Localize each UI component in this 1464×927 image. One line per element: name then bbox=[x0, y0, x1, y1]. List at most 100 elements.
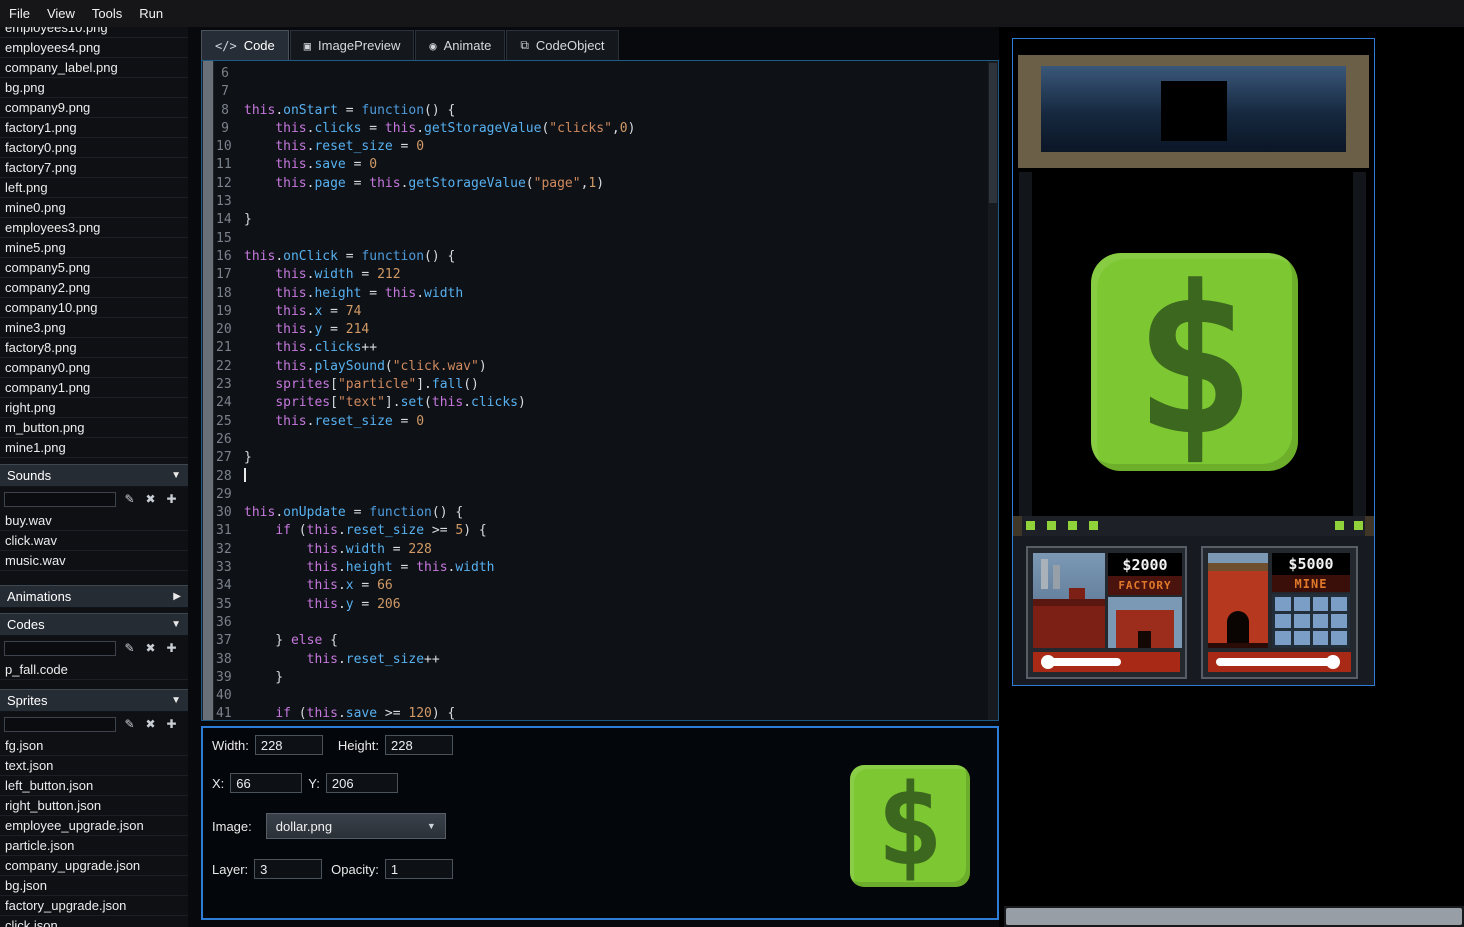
sound-file[interactable]: music.wav bbox=[0, 551, 188, 571]
image-file[interactable]: factory1.png bbox=[0, 118, 188, 138]
tab-animate[interactable]: ◉ Animate bbox=[415, 30, 506, 60]
image-file[interactable]: bg.png bbox=[0, 78, 188, 98]
code-line[interactable]: 27} bbox=[216, 449, 986, 467]
code-line[interactable]: 19 this.x = 74 bbox=[216, 303, 986, 321]
image-file[interactable]: company5.png bbox=[0, 258, 188, 278]
chevron-down-icon[interactable]: ▼ bbox=[171, 695, 181, 706]
tab-codeobject[interactable]: ⧉ CodeObject bbox=[506, 30, 619, 60]
image-file[interactable]: m_button.png bbox=[0, 418, 188, 438]
section-header-codes[interactable]: Codes ▼ bbox=[0, 613, 188, 636]
code-line[interactable]: 12 this.page = this.getStorageValue("pag… bbox=[216, 175, 986, 193]
image-file[interactable]: company10.png bbox=[0, 298, 188, 318]
code-editor[interactable]: 6 7 8 this.onStart = function() {9 this.cli… bbox=[201, 60, 999, 721]
code-file[interactable]: p_fall.code bbox=[0, 660, 188, 680]
code-line[interactable]: 40 bbox=[216, 687, 986, 705]
scrollbar-thumb[interactable] bbox=[203, 61, 213, 720]
code-line[interactable]: 28 bbox=[216, 467, 986, 486]
sound-file[interactable]: click.wav bbox=[0, 531, 188, 551]
editor-right-scrollbar[interactable] bbox=[988, 61, 998, 720]
sprite-file[interactable]: particle.json bbox=[0, 836, 188, 856]
image-file[interactable]: employees3.png bbox=[0, 218, 188, 238]
edit-icon[interactable]: ✎ bbox=[122, 492, 137, 506]
code-line[interactable]: 9 this.clicks = this.getStorageValue("cl… bbox=[216, 120, 986, 138]
dollar-button[interactable]: $ bbox=[1091, 253, 1298, 471]
code-line[interactable]: 34 this.x = 66 bbox=[216, 577, 986, 595]
horizontal-scrollbar[interactable] bbox=[1004, 906, 1464, 927]
chevron-down-icon[interactable]: ▼ bbox=[171, 470, 181, 481]
chevron-right-icon[interactable]: ▶ bbox=[173, 591, 181, 602]
code-line[interactable]: 39 } bbox=[216, 669, 986, 687]
image-file[interactable]: employees10.png bbox=[0, 27, 188, 38]
image-file[interactable]: employees4.png bbox=[0, 38, 188, 58]
scrollbar-thumb[interactable] bbox=[989, 63, 997, 203]
layer-field[interactable] bbox=[254, 859, 323, 879]
sounds-search-input[interactable] bbox=[4, 491, 116, 507]
width-field[interactable] bbox=[254, 735, 323, 755]
mine-progress-slider[interactable] bbox=[1208, 652, 1351, 672]
add-icon[interactable]: ✚ bbox=[164, 717, 179, 731]
code-line[interactable]: 17 this.width = 212 bbox=[216, 266, 986, 284]
code-line[interactable]: 23 sprites["particle"].fall() bbox=[216, 376, 986, 394]
section-header-sounds[interactable]: Sounds ▼ bbox=[0, 464, 188, 487]
code-line[interactable]: 35 this.y = 206 bbox=[216, 596, 986, 614]
sprite-file[interactable]: factory_upgrade.json bbox=[0, 896, 188, 916]
code-line[interactable]: 32 this.width = 228 bbox=[216, 541, 986, 559]
height-field[interactable] bbox=[385, 735, 454, 755]
image-file[interactable]: company2.png bbox=[0, 278, 188, 298]
image-file[interactable]: left.png bbox=[0, 178, 188, 198]
add-icon[interactable]: ✚ bbox=[164, 492, 179, 506]
code-line[interactable]: 13 bbox=[216, 193, 986, 211]
code-line[interactable]: 38 this.reset_size++ bbox=[216, 651, 986, 669]
code-line[interactable]: 18 this.height = this.width bbox=[216, 285, 986, 303]
code-line[interactable]: 11 this.save = 0 bbox=[216, 156, 986, 174]
image-file[interactable]: factory8.png bbox=[0, 338, 188, 358]
code-line[interactable]: 20 this.y = 214 bbox=[216, 321, 986, 339]
image-file[interactable]: mine0.png bbox=[0, 198, 188, 218]
edit-icon[interactable]: ✎ bbox=[122, 641, 137, 655]
delete-icon[interactable]: ✖ bbox=[143, 641, 158, 655]
sprite-file[interactable]: company_upgrade.json bbox=[0, 856, 188, 876]
sprites-search-input[interactable] bbox=[4, 716, 116, 732]
image-file[interactable]: company1.png bbox=[0, 378, 188, 398]
sound-file[interactable]: buy.wav bbox=[0, 511, 188, 531]
factory-progress-slider[interactable] bbox=[1033, 652, 1180, 672]
slider-handle[interactable] bbox=[1326, 655, 1340, 669]
code-line[interactable]: 29 bbox=[216, 486, 986, 504]
code-line[interactable]: 33 this.height = this.width bbox=[216, 559, 986, 577]
code-line[interactable]: 36 bbox=[216, 614, 986, 632]
image-file[interactable]: right.png bbox=[0, 398, 188, 418]
edit-icon[interactable]: ✎ bbox=[122, 717, 137, 731]
image-file[interactable]: mine5.png bbox=[0, 238, 188, 258]
code-line[interactable]: 15 bbox=[216, 230, 986, 248]
code-line[interactable]: 10 this.reset_size = 0 bbox=[216, 138, 986, 156]
code-line[interactable]: 37 } else { bbox=[216, 632, 986, 650]
image-file[interactable]: company9.png bbox=[0, 98, 188, 118]
delete-icon[interactable]: ✖ bbox=[143, 717, 158, 731]
code-line[interactable]: 6 bbox=[216, 65, 986, 83]
menu-tools[interactable]: Tools bbox=[92, 6, 122, 21]
menu-view[interactable]: View bbox=[47, 6, 75, 21]
shop-card-mine[interactable]: $5000 MINE bbox=[1201, 546, 1358, 679]
image-file[interactable]: company0.png bbox=[0, 358, 188, 378]
code-line[interactable]: 14} bbox=[216, 211, 986, 229]
tab-code[interactable]: </> Code bbox=[201, 30, 289, 60]
section-header-animations[interactable]: Animations ▶ bbox=[0, 585, 188, 608]
sprite-file[interactable]: text.json bbox=[0, 756, 188, 776]
opacity-field[interactable] bbox=[384, 859, 453, 879]
code-line[interactable]: 25 this.reset_size = 0 bbox=[216, 413, 986, 431]
image-file[interactable]: company_label.png bbox=[0, 58, 188, 78]
sprite-file[interactable]: bg.json bbox=[0, 876, 188, 896]
section-header-sprites[interactable]: Sprites ▼ bbox=[0, 689, 188, 712]
sprite-file[interactable]: left_button.json bbox=[0, 776, 188, 796]
sprite-file[interactable]: employee_upgrade.json bbox=[0, 816, 188, 836]
menu-run[interactable]: Run bbox=[139, 6, 163, 21]
code-line[interactable]: 21 this.clicks++ bbox=[216, 339, 986, 357]
sprite-file[interactable]: fg.json bbox=[0, 736, 188, 756]
delete-icon[interactable]: ✖ bbox=[143, 492, 158, 506]
slider-handle[interactable] bbox=[1041, 655, 1055, 669]
scrollbar-thumb[interactable] bbox=[1006, 908, 1462, 925]
code-line[interactable]: 22 this.playSound("click.wav") bbox=[216, 358, 986, 376]
image-file[interactable]: mine3.png bbox=[0, 318, 188, 338]
shop-card-factory[interactable]: $2000 FACTORY bbox=[1026, 546, 1187, 679]
x-field[interactable] bbox=[230, 773, 303, 793]
